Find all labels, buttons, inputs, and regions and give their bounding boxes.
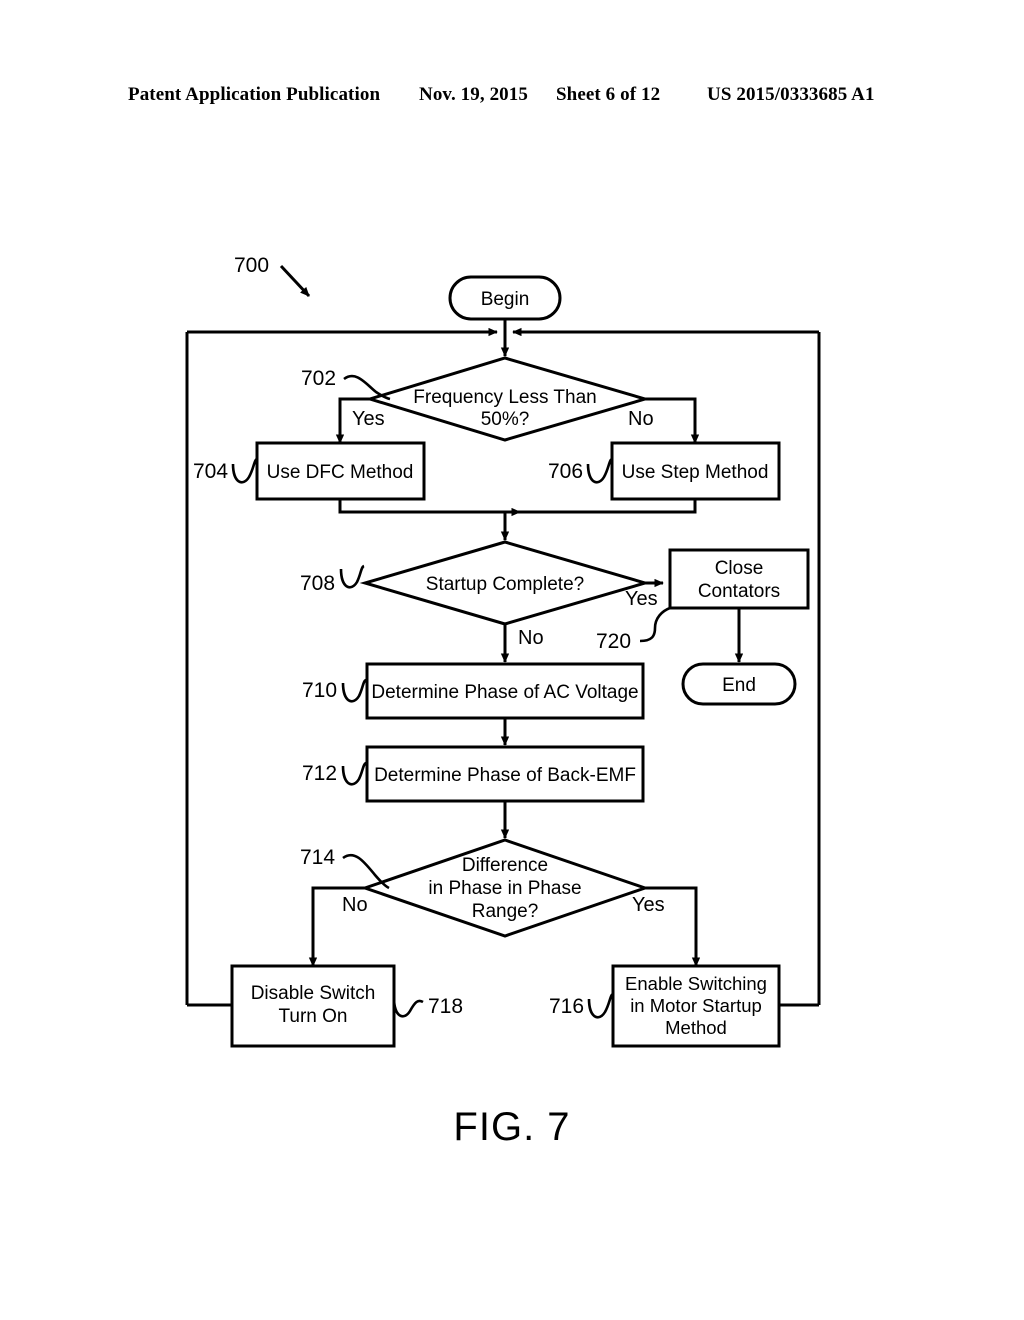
node-frequency-check: Frequency Less Than 50%? xyxy=(364,356,651,442)
node-disable-switch-label-line2: Turn On xyxy=(279,1006,348,1027)
node-close-contators: Close Contators xyxy=(668,548,810,610)
node-begin-label: Begin xyxy=(481,289,530,310)
node-end: End xyxy=(681,662,797,706)
node-startup-complete-label: Startup Complete? xyxy=(426,574,584,595)
node-determine-phase-ac-label: Determine Phase of AC Voltage xyxy=(371,682,638,703)
ref-leader-708: 708 xyxy=(300,564,365,595)
node-close-contators-label-line1: Close xyxy=(715,558,764,579)
ref-leader-706: 706 xyxy=(548,457,613,484)
node-enable-switching-label-line1: Enable Switching xyxy=(625,973,767,994)
node-disable-switch-label-line1: Disable Switch xyxy=(251,983,376,1004)
ref-label-704: 704 xyxy=(193,460,228,483)
node-phase-range-check: Difference in Phase in Phase Range? xyxy=(360,838,650,938)
ref-leader-702: 702 xyxy=(301,367,391,401)
edge-phase-yes: Yes xyxy=(632,886,701,967)
node-begin: Begin xyxy=(448,275,562,321)
node-close-contators-label-line2: Contators xyxy=(698,581,780,602)
ref-label-710: 710 xyxy=(302,679,337,702)
node-use-step-method: Use Step Method xyxy=(610,441,781,501)
ref-label-708: 708 xyxy=(300,572,335,595)
node-use-dfc-method: Use DFC Method xyxy=(255,441,426,501)
node-end-label: End xyxy=(722,675,756,696)
node-determine-phase-bemf-label: Determine Phase of Back-EMF xyxy=(374,765,636,786)
edge-label-startup-no: No xyxy=(518,627,544,649)
node-phase-range-label-line3: Range? xyxy=(472,901,539,922)
figure-caption: FIG. 7 xyxy=(453,1105,571,1149)
ref-leader-704: 704 xyxy=(193,457,258,484)
edge-startup-yes: Yes xyxy=(625,578,664,610)
node-phase-range-label-line2: in Phase in Phase xyxy=(428,878,581,899)
edge-startup-no: No xyxy=(500,624,544,663)
ref-label-712: 712 xyxy=(302,762,337,785)
ref-label-714: 714 xyxy=(300,846,335,869)
node-use-dfc-method-label: Use DFC Method xyxy=(267,462,414,483)
edge-frequency-yes: Yes xyxy=(335,397,385,444)
edge-label-frequency-no: No xyxy=(628,408,654,430)
edge-frequency-no: No xyxy=(628,397,700,444)
edge-label-phase-no: No xyxy=(342,894,368,916)
ref-leader-714: 714 xyxy=(300,846,390,890)
node-determine-phase-bemf: Determine Phase of Back-EMF xyxy=(365,745,645,803)
node-enable-switching-label-line3: Method xyxy=(665,1017,727,1038)
ref-leader-712: 712 xyxy=(302,761,367,786)
node-phase-range-label-line1: Difference xyxy=(462,855,548,876)
node-frequency-check-label-line1: Frequency Less Than xyxy=(413,387,596,408)
ref-label-718: 718 xyxy=(428,995,463,1018)
node-use-step-method-label: Use Step Method xyxy=(622,462,769,483)
node-enable-switching-label-line2: in Motor Startup xyxy=(630,995,762,1016)
ref-label-700: 700 xyxy=(234,254,269,277)
edge-label-frequency-yes: Yes xyxy=(352,408,385,430)
node-startup-complete-check: Startup Complete? xyxy=(359,540,651,626)
node-disable-switch: Disable Switch Turn On xyxy=(230,964,396,1048)
node-determine-phase-ac: Determine Phase of AC Voltage xyxy=(365,662,645,720)
edge-label-startup-yes: Yes xyxy=(625,588,658,610)
edge-merge-startup xyxy=(338,499,697,541)
ref-leader-716: 716 xyxy=(549,992,614,1019)
ref-label-702: 702 xyxy=(301,367,336,390)
edge-label-phase-yes: Yes xyxy=(632,894,665,916)
diagram-ref-700: 700 xyxy=(234,254,311,298)
node-frequency-check-label-line2: 50%? xyxy=(481,409,530,430)
node-enable-switching: Enable Switching in Motor Startup Method xyxy=(611,964,781,1048)
ref-leader-720: 720 xyxy=(596,606,671,653)
ref-label-720: 720 xyxy=(596,630,631,653)
ref-label-716: 716 xyxy=(549,995,584,1018)
ref-leader-718: 718 xyxy=(392,995,463,1018)
ref-leader-710: 710 xyxy=(302,678,367,703)
ref-label-706: 706 xyxy=(548,460,583,483)
edge-phase-no: No xyxy=(308,886,368,967)
